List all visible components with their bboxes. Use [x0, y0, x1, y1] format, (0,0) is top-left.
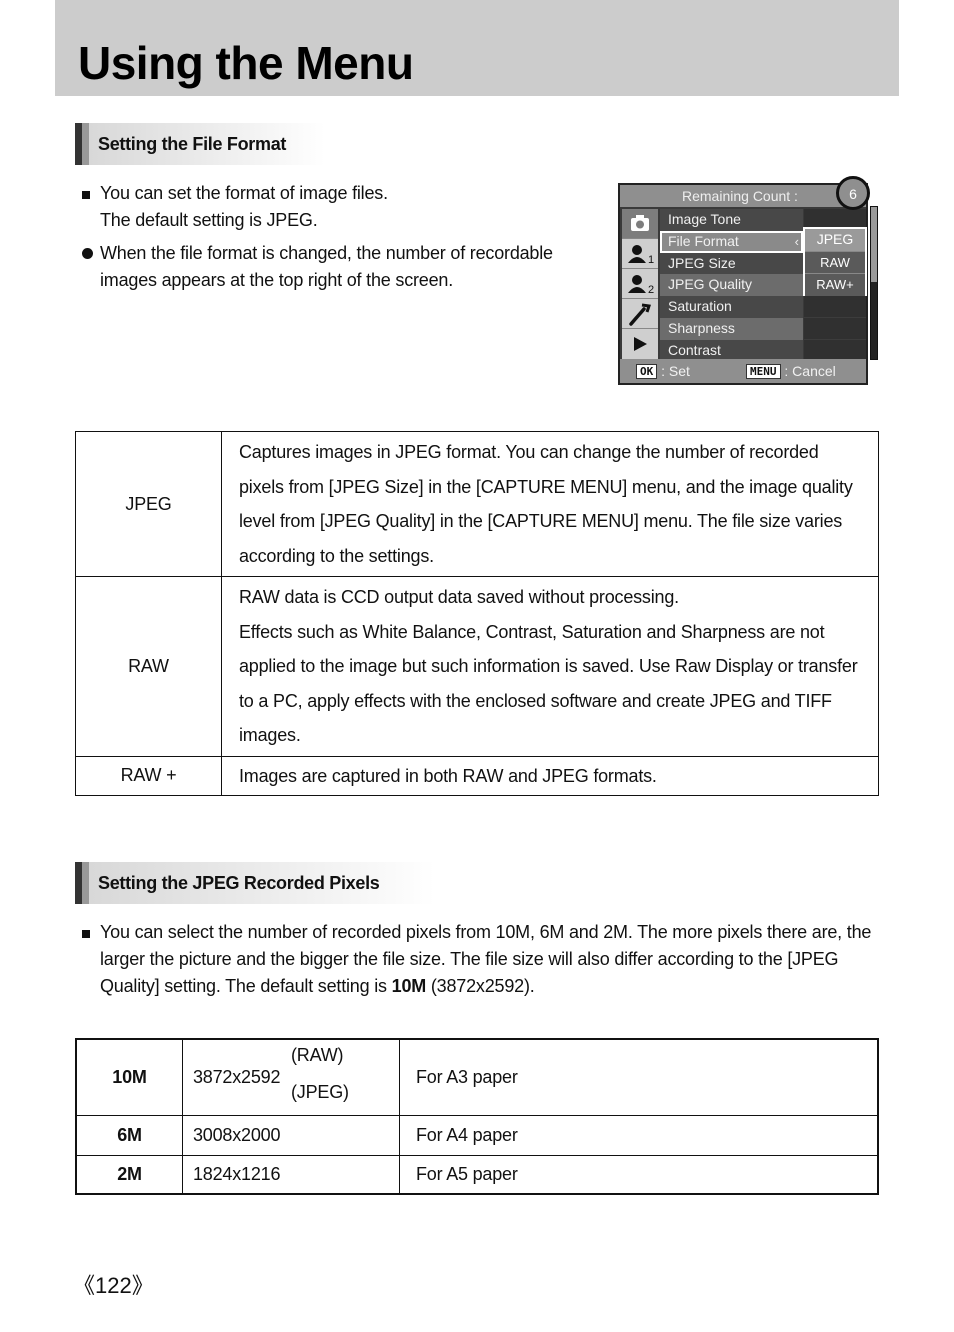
menu-item-saturation[interactable]: Saturation [660, 296, 803, 318]
bullet-item: When the file format is changed, the num… [82, 240, 553, 294]
option-raw[interactable]: RAW [805, 250, 865, 274]
format-name: RAW [75, 576, 222, 757]
ok-key-icon: OK [636, 364, 658, 379]
pixel-resolution: 1824x1216 [182, 1155, 400, 1195]
pixel-size: 10M [75, 1038, 183, 1116]
section-heading-text: Setting the File Format [98, 134, 287, 154]
pixel-resolution: 3872x2592 (RAW) (JPEG) [182, 1038, 400, 1116]
option-jpeg[interactable]: JPEG [805, 229, 865, 251]
pixel-usage: For A4 paper [399, 1115, 879, 1156]
user-icon: 2 [628, 275, 654, 296]
table-row: JPEG Captures images in JPEG format. You… [75, 431, 879, 577]
file-format-options: JPEG RAW RAW+ [803, 227, 867, 296]
recorded-pixels-table: 10M 3872x2592 (RAW) (JPEG) For A3 paper … [75, 1038, 879, 1195]
format-name: RAW + [75, 755, 222, 796]
table-row: 6M 3008x2000 For A4 paper [75, 1115, 879, 1156]
format-description: Captures images in JPEG format. You can … [221, 431, 879, 577]
pixel-size: 6M [75, 1115, 183, 1156]
format-description: Images are captured in both RAW and JPEG… [221, 755, 879, 796]
menu-item-file-format[interactable]: File Format ‹ [660, 230, 803, 253]
section-heading-file-format: Setting the File Format [75, 123, 325, 165]
bullet-item: You can select the number of recorded pi… [82, 919, 872, 1000]
format-description: RAW data is CCD output data saved withou… [221, 576, 879, 757]
circle-bullet-icon [82, 248, 93, 259]
page-number: 《122》 [73, 1273, 154, 1298]
play-icon [634, 337, 647, 351]
square-bullet-icon [82, 191, 90, 199]
table-row: RAW + Images are captured in both RAW an… [75, 755, 879, 796]
pixel-size: 2M [75, 1155, 183, 1195]
pixel-usage: For A5 paper [399, 1155, 879, 1195]
table-row: 10M 3872x2592 (RAW) (JPEG) For A3 paper [75, 1038, 879, 1116]
bullet-item: You can set the format of image files. T… [82, 180, 388, 234]
custom-1-tab[interactable]: 1 [622, 239, 658, 269]
wrench-icon [629, 303, 651, 326]
menu-item-sharpness[interactable]: Sharpness [660, 317, 803, 340]
table-row: 2M 1824x1216 For A5 paper [75, 1155, 879, 1195]
page-title: Using the Menu [78, 37, 414, 89]
section-heading-text: Setting the JPEG Recorded Pixels [98, 873, 380, 893]
section-heading-jpeg-pixels: Setting the JPEG Recorded Pixels [75, 862, 435, 904]
remaining-count-label: Remaining Count : [682, 188, 798, 204]
user-icon: 1 [628, 245, 654, 266]
camera-screen-header: Remaining Count : [620, 185, 866, 207]
camera-screen-footer: OK : Set MENU : Cancel [620, 359, 866, 383]
menu-item-image-tone[interactable]: Image Tone [660, 209, 803, 231]
camera-scrollbar [870, 206, 878, 360]
title-banner: Using the Menu [55, 0, 899, 96]
menu-key-icon: MENU [746, 364, 781, 379]
svg-text:1: 1 [648, 254, 654, 266]
format-name: JPEG [75, 431, 222, 577]
custom-2-tab[interactable]: 2 [622, 269, 658, 299]
option-raw-plus[interactable]: RAW+ [805, 273, 865, 296]
table-row: RAW RAW data is CCD output data saved wi… [75, 576, 879, 757]
camera-menu-list: Image Tone File Format ‹ JPEG Size JPEG Q… [660, 209, 803, 362]
pixel-usage: For A3 paper [399, 1038, 879, 1116]
menu-item-jpeg-quality[interactable]: JPEG Quality [660, 274, 803, 297]
svg-text:2: 2 [648, 284, 654, 296]
pixel-resolution: 3008x2000 [182, 1115, 400, 1156]
remaining-count-badge: 6 [836, 176, 870, 210]
file-format-table: JPEG Captures images in JPEG format. You… [75, 431, 879, 796]
camera-icon [631, 215, 649, 231]
playback-tab[interactable] [622, 329, 658, 359]
square-bullet-icon [82, 930, 90, 938]
camera-tab-bar: 1 2 [622, 209, 658, 361]
menu-item-jpeg-size[interactable]: JPEG Size [660, 252, 803, 275]
camera-tab[interactable] [622, 209, 658, 239]
setup-tab[interactable] [622, 299, 658, 329]
chevron-left-icon: ‹ [794, 233, 799, 249]
